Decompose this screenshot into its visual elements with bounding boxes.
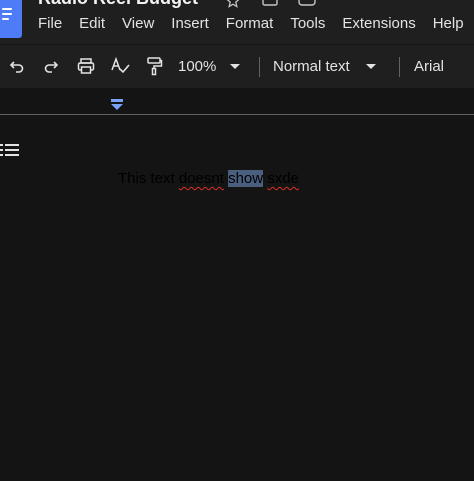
misspelled-word[interactable]: doesnt — [179, 170, 224, 187]
menu-tools[interactable]: Tools — [290, 14, 325, 34]
menu-file[interactable]: File — [38, 14, 62, 34]
toolbar-divider — [259, 57, 260, 77]
menu-insert[interactable]: Insert — [171, 14, 209, 34]
print-icon[interactable] — [74, 54, 98, 78]
chevron-down-icon — [365, 63, 376, 69]
paragraph-style-dropdown[interactable]: Normal text — [273, 54, 385, 78]
zoom-value: 100% — [178, 57, 217, 75]
zoom-dropdown[interactable]: 100% — [178, 54, 248, 78]
spellcheck-icon[interactable] — [108, 54, 132, 78]
menu-help[interactable]: Help — [433, 14, 464, 34]
font-family-value: Arial — [414, 57, 445, 75]
title-icons — [226, 0, 316, 8]
toolbar: 100% Normal text Arial — [0, 45, 474, 88]
font-family-dropdown[interactable]: Arial — [414, 54, 474, 78]
outline-icon[interactable] — [0, 142, 20, 158]
paragraph-style-value: Normal text — [273, 57, 350, 75]
menu-edit[interactable]: Edit — [79, 14, 105, 34]
docs-logo-icon[interactable] — [0, 0, 22, 38]
document-canvas[interactable]: This text doesnt show sxde — [0, 115, 474, 481]
document-title[interactable]: Radio Reel Budget — [38, 0, 198, 9]
menu-bar: File Edit View Insert Format Tools Exten… — [38, 14, 474, 34]
redo-icon[interactable] — [40, 54, 62, 78]
ruler — [0, 88, 474, 115]
menu-extensions[interactable]: Extensions — [342, 14, 415, 34]
title-bar: Radio Reel Budget File Edit View Insert … — [0, 0, 474, 44]
cloud-status-icon[interactable] — [298, 0, 316, 6]
text-run: This text — [118, 170, 179, 187]
menu-view[interactable]: View — [122, 14, 154, 34]
undo-icon[interactable] — [6, 54, 28, 78]
document-text-line[interactable]: This text doesnt show sxde — [118, 169, 299, 189]
chevron-down-icon — [230, 63, 241, 69]
menu-format[interactable]: Format — [226, 14, 274, 34]
toolbar-divider — [399, 57, 400, 77]
folder-move-icon[interactable] — [262, 0, 280, 6]
paint-format-icon[interactable] — [142, 54, 166, 78]
indent-marker-icon[interactable] — [110, 98, 124, 110]
star-icon[interactable] — [226, 0, 244, 8]
docs-window: Radio Reel Budget File Edit View Insert … — [0, 0, 474, 481]
misspelled-word[interactable]: sxde — [267, 170, 299, 187]
selected-word[interactable]: show — [228, 170, 264, 187]
